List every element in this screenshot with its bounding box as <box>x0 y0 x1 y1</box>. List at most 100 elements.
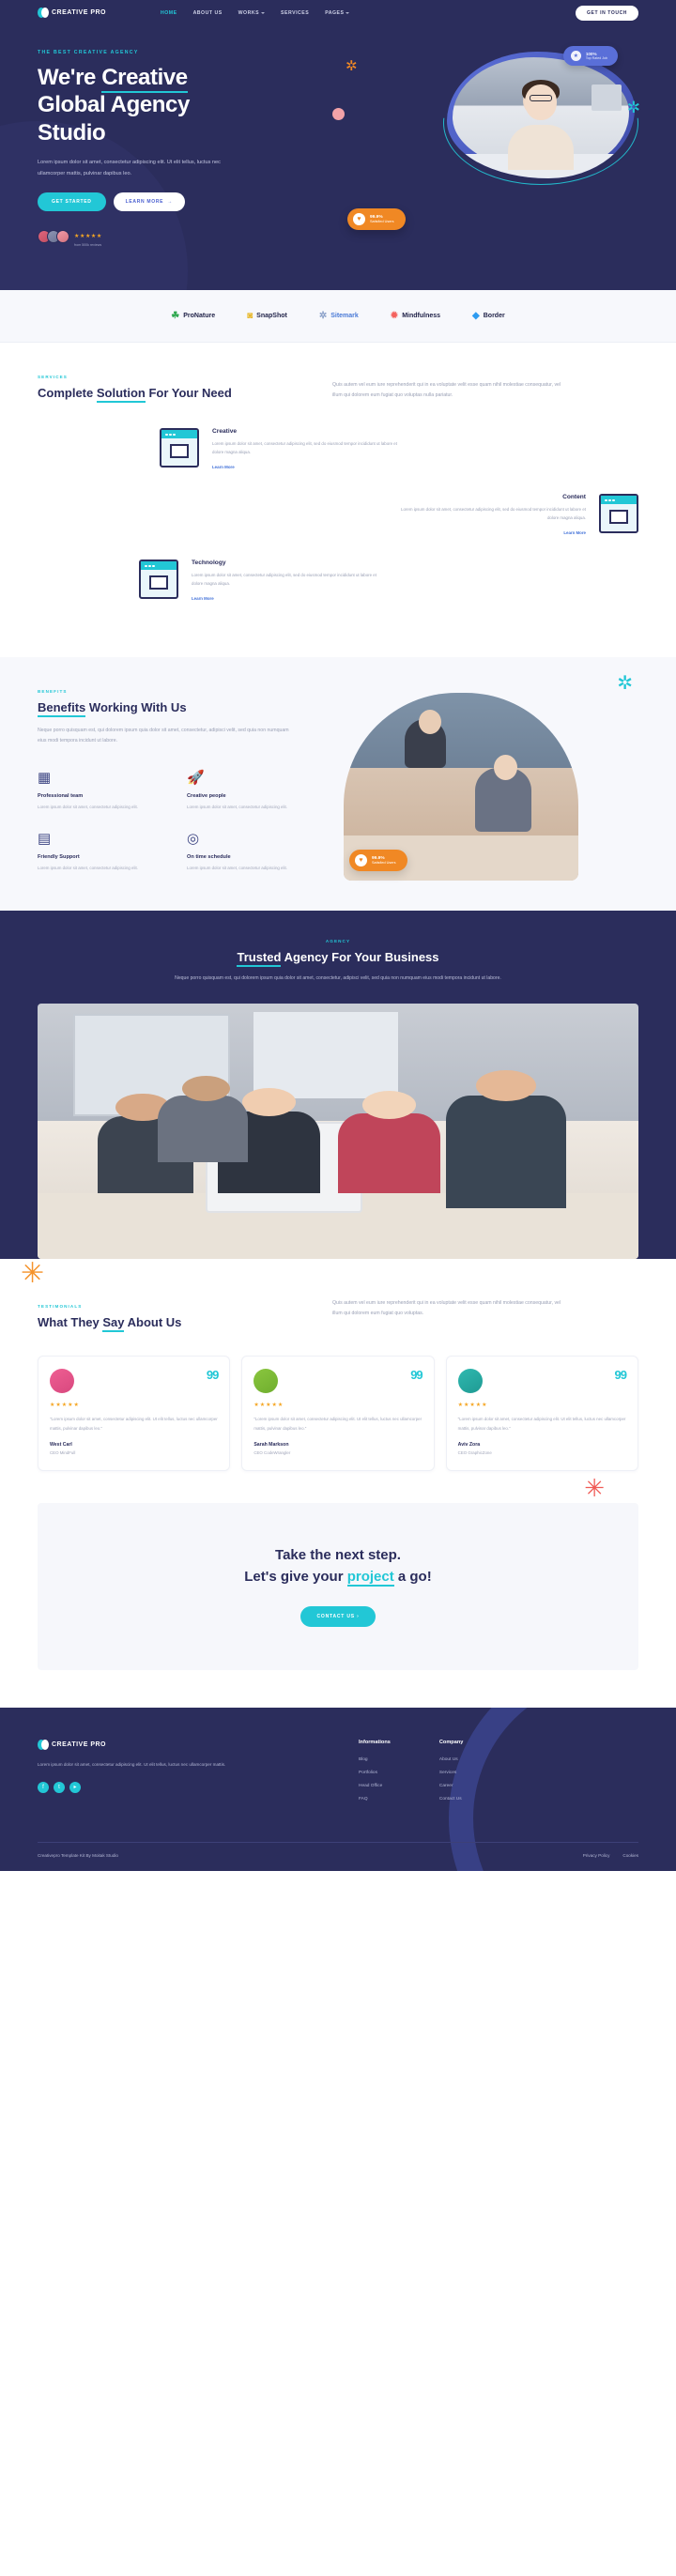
brand-border[interactable]: ◆ Border <box>472 310 505 321</box>
learn-more-button[interactable]: LEARN MORE → <box>113 192 185 212</box>
brand-label: SnapShot <box>256 313 287 320</box>
hero-section: THE BEST CREATIVE AGENCY We're Creative … <box>0 25 676 291</box>
creative-image-icon <box>160 428 199 468</box>
cta-line2-a: Let's give your <box>244 1569 347 1585</box>
agency-spacer <box>0 1259 676 1288</box>
benefit-professional-team: ▦ Professional team Lorem ipsum dolor si… <box>38 771 170 812</box>
twitter-icon[interactable]: t <box>54 1781 65 1793</box>
brand-snapshot[interactable]: ◙ SnapShot <box>247 311 287 321</box>
footer-logo-text: CREATIVE PRO <box>52 1741 106 1749</box>
contact-us-label: CONTACT US <box>316 1614 355 1620</box>
border-icon: ◆ <box>472 310 480 321</box>
badge-label: Satisfied Users <box>370 220 394 224</box>
testimonial-cards: 99 ★★★★★ "Lorem ipsum dolor sit amet, co… <box>38 1356 638 1471</box>
contact-us-button[interactable]: CONTACT US › <box>300 1606 376 1628</box>
logo[interactable]: CREATIVE PRO <box>38 8 106 18</box>
testimonial-role: CEO MindFull <box>50 1449 76 1455</box>
footer-logo[interactable]: CREATIVE PRO <box>38 1740 310 1751</box>
badge-label: Satisfied Users <box>372 861 396 866</box>
rocket-icon: 🚀 <box>187 769 205 786</box>
footer-link-blog[interactable]: Blog <box>359 1757 391 1762</box>
title-highlight: Say <box>102 1315 125 1333</box>
privacy-policy-link[interactable]: Privacy Policy <box>583 1853 610 1858</box>
learn-more-link[interactable]: Learn More <box>192 596 214 601</box>
get-in-touch-button[interactable]: GET IN TOUCH <box>576 5 638 21</box>
benefits-section: BENEFITS Benefits Working With Us Neque … <box>0 657 676 912</box>
benefit-title: On time schedule <box>187 854 231 861</box>
headset-support-icon: ▤ <box>38 831 52 848</box>
testimonial-role: CEO GraphicZone <box>457 1449 492 1455</box>
services-lead: Quis autem vel eum iure reprehenderit qu… <box>332 382 561 398</box>
hero-title-line1-a: We're <box>38 65 102 90</box>
service-item-technology: Technology Lorem ipsum dolor sit amet, c… <box>38 560 638 605</box>
brand-mindfulness[interactable]: ✹ Mindfulness <box>391 311 440 321</box>
hero-title: We're Creative Global Agency Studio <box>38 64 319 146</box>
services-section: SERVICES Complete Solution For Your Need… <box>0 343 676 657</box>
learn-more-link[interactable]: Learn More <box>563 530 586 535</box>
brand-logos-strip: ☘ ProNature ◙ SnapShot ✲ Sitemark ✹ Mindfuln… <box>0 290 676 344</box>
services-list: Creative Lorem ipsum dolor sit amet, con… <box>38 428 638 605</box>
cta-highlight: project <box>346 1569 394 1587</box>
testimonial-name: West Carl <box>50 1441 72 1448</box>
top-navbar: CREATIVE PRO HOME ABOUT US WORKS SERVICE… <box>0 0 676 25</box>
hero-rating: ★★★★★ from 500k reviews <box>38 225 319 247</box>
technology-bulb-icon <box>139 560 178 600</box>
youtube-icon[interactable]: ▸ <box>69 1781 81 1793</box>
testimonials-title: What They Say About Us <box>38 1315 300 1333</box>
nav-item-pages[interactable]: PAGES <box>325 9 350 16</box>
agency-title: Trusted Agency For Your Business <box>0 950 676 968</box>
title-highlight: Solution <box>96 386 146 404</box>
nav-item-services[interactable]: SERVICES <box>281 10 309 16</box>
cookies-link[interactable]: Cookies <box>622 1853 638 1858</box>
footer-about-text: Lorem ipsum dolor sit amet, consectetur … <box>38 1762 226 1768</box>
brand-label: Sitemark <box>330 313 359 320</box>
nav-item-home[interactable]: HOME <box>161 10 177 16</box>
title-part-a: Complete <box>38 386 97 401</box>
learn-more-link[interactable]: Learn More <box>212 465 235 469</box>
avatar <box>50 1369 74 1394</box>
rating-block: ★★★★★ from 500k reviews <box>74 225 102 247</box>
cta-line1: Take the next step. <box>275 1546 401 1563</box>
service-item-content: Content Lorem ipsum dolor sit amet, cons… <box>38 494 638 539</box>
satisfied-users-badge: ♥ 99.9% Satisfied Users <box>347 208 406 231</box>
chevron-down-icon <box>346 11 350 14</box>
nav-item-works[interactable]: WORKS <box>238 10 266 16</box>
facebook-icon[interactable]: f <box>38 1781 49 1793</box>
star-rating-icon: ★★★★★ <box>254 1403 284 1409</box>
avatar <box>56 229 69 243</box>
benefit-creative-people: 🚀 Creative people Lorem ipsum dolor sit … <box>187 771 319 812</box>
footer-link-portfolios[interactable]: Portfolios <box>359 1771 391 1775</box>
footer-link-faq[interactable]: FAQ <box>359 1797 391 1802</box>
testimonial-text: "Lorem ipsum dolor sit amet, consectetur… <box>50 1417 218 1431</box>
brand-pronature[interactable]: ☘ ProNature <box>171 311 215 321</box>
footer-link-about-us[interactable]: About Us <box>439 1757 464 1762</box>
star-rating-icon: ★★★★★ <box>74 234 102 240</box>
logo-text: CREATIVE PRO <box>52 9 106 16</box>
arrow-right-icon: → <box>167 199 173 206</box>
page-root: CREATIVE PRO HOME ABOUT US WORKS SERVICE… <box>0 0 676 1872</box>
decor-dot <box>332 108 345 120</box>
hero-paragraph: Lorem ipsum dolor sit amet, consectetur … <box>38 159 221 176</box>
footer-link-career[interactable]: Career <box>439 1784 464 1788</box>
nav-item-about-us[interactable]: ABOUT US <box>193 10 223 16</box>
content-checklist-icon <box>599 494 638 534</box>
team-icon: ▦ <box>38 769 52 786</box>
avatar <box>254 1369 279 1394</box>
sitemark-icon: ✲ <box>318 310 328 321</box>
get-started-button[interactable]: GET STARTED <box>38 192 106 212</box>
footer-link-contact-us[interactable]: Contact Us <box>439 1797 464 1802</box>
benefits-grid: ▦ Professional team Lorem ipsum dolor si… <box>38 771 319 874</box>
services-title: Complete Solution For Your Need <box>38 386 300 404</box>
brand-sitemark[interactable]: ✲ Sitemark <box>318 310 359 321</box>
footer-link-services[interactable]: Services <box>439 1771 464 1775</box>
heart-icon: ♥ <box>355 854 367 867</box>
nav-label: PAGES <box>325 9 345 16</box>
learn-more-label: LEARN MORE <box>125 199 164 206</box>
nav-label: HOME <box>161 9 177 16</box>
footer-link-head-office[interactable]: Head Office <box>359 1784 391 1788</box>
nav-links: HOME ABOUT US WORKS SERVICES PAGES <box>161 9 350 16</box>
benefits-label: BENEFITS <box>38 689 68 695</box>
service-text: Lorem ipsum dolor sit amet, consectetur … <box>192 573 376 587</box>
site-footer: CREATIVE PRO Lorem ipsum dolor sit amet,… <box>0 1708 676 1872</box>
testimonials-label: TESTIMONIALS <box>38 1304 83 1310</box>
